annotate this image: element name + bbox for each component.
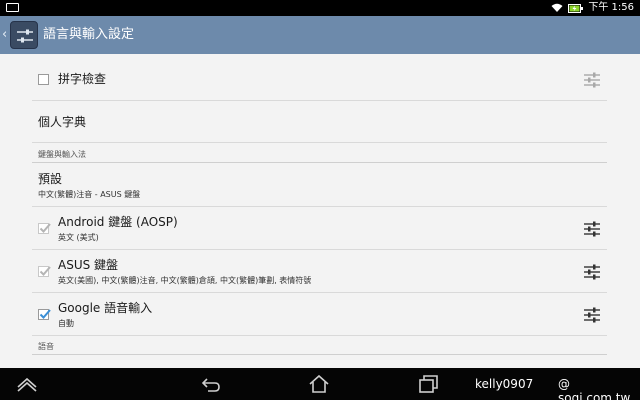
default-ime-row[interactable]: 預設 中文(繁體)注音 - ASUS 鍵盤: [32, 163, 607, 207]
settings-app-icon[interactable]: [10, 21, 38, 49]
section-divider: [32, 354, 607, 355]
default-ime-summary: 中文(繁體)注音 - ASUS 鍵盤: [38, 190, 141, 199]
back-icon[interactable]: [200, 374, 222, 394]
watermark-site: @ sogi.com.tw: [558, 377, 631, 400]
hide-keyboard-chevron-icon[interactable]: [16, 374, 38, 394]
asus-keyboard-checkbox[interactable]: [38, 266, 51, 277]
clock: 下午 1:56: [588, 2, 634, 13]
personal-dictionary-row[interactable]: 個人字典: [32, 101, 607, 143]
android-keyboard-settings-icon[interactable]: [583, 221, 601, 237]
android-keyboard-row[interactable]: Android 鍵盤 (AOSP) 英文 (美式): [32, 207, 607, 250]
asus-keyboard-row[interactable]: ASUS 鍵盤 英文(美國), 中文(繁體)注音, 中文(繁體)倉頡, 中文(繁…: [32, 250, 607, 293]
navigation-bar: kelly0907 @ sogi.com.tw: [0, 368, 640, 400]
battery-charging-icon: [568, 3, 584, 13]
page-title: 語言與輸入設定: [43, 27, 135, 42]
settings-list[interactable]: 拼字檢查 個人字典 鍵盤與輸入法 預設 中文(繁體)注音 - ASUS 鍵盤 A…: [0, 54, 640, 368]
section-header-keyboard: 鍵盤與輸入法: [38, 150, 86, 159]
spell-checker-title: 拼字檢查: [58, 72, 107, 86]
google-voice-typing-summary: 自動: [58, 319, 74, 328]
google-voice-typing-checkbox[interactable]: [38, 309, 51, 320]
watermark-user: kelly0907: [475, 377, 534, 391]
recent-apps-icon[interactable]: [417, 374, 439, 394]
spell-checker-checkbox[interactable]: [38, 74, 49, 85]
android-keyboard-checkbox[interactable]: [38, 223, 51, 234]
personal-dictionary-title: 個人字典: [38, 115, 87, 129]
google-voice-typing-title: Google 語音輸入: [58, 301, 153, 315]
google-voice-typing-row[interactable]: Google 語音輸入 自動: [32, 293, 607, 336]
android-keyboard-title: Android 鍵盤 (AOSP): [58, 215, 178, 229]
back-chevron-icon[interactable]: ‹: [2, 27, 7, 43]
asus-keyboard-title: ASUS 鍵盤: [58, 258, 119, 272]
notification-icon: [6, 3, 19, 12]
asus-keyboard-settings-icon[interactable]: [583, 264, 601, 280]
android-keyboard-summary: 英文 (美式): [58, 233, 99, 242]
spell-checker-row[interactable]: 拼字檢查: [32, 58, 607, 101]
asus-keyboard-summary: 英文(美國), 中文(繁體)注音, 中文(繁體)倉頡, 中文(繁體)筆劃, 表情…: [58, 276, 312, 285]
home-icon[interactable]: [308, 374, 330, 394]
action-bar: ‹ 語言與輸入設定: [0, 16, 640, 54]
status-bar: 下午 1:56: [0, 0, 640, 16]
spell-checker-settings-icon[interactable]: [583, 72, 601, 88]
wifi-icon: [551, 3, 563, 12]
section-header-speech: 語音: [38, 342, 54, 351]
default-ime-title: 預設: [38, 172, 63, 186]
google-voice-typing-settings-icon[interactable]: [583, 307, 601, 323]
